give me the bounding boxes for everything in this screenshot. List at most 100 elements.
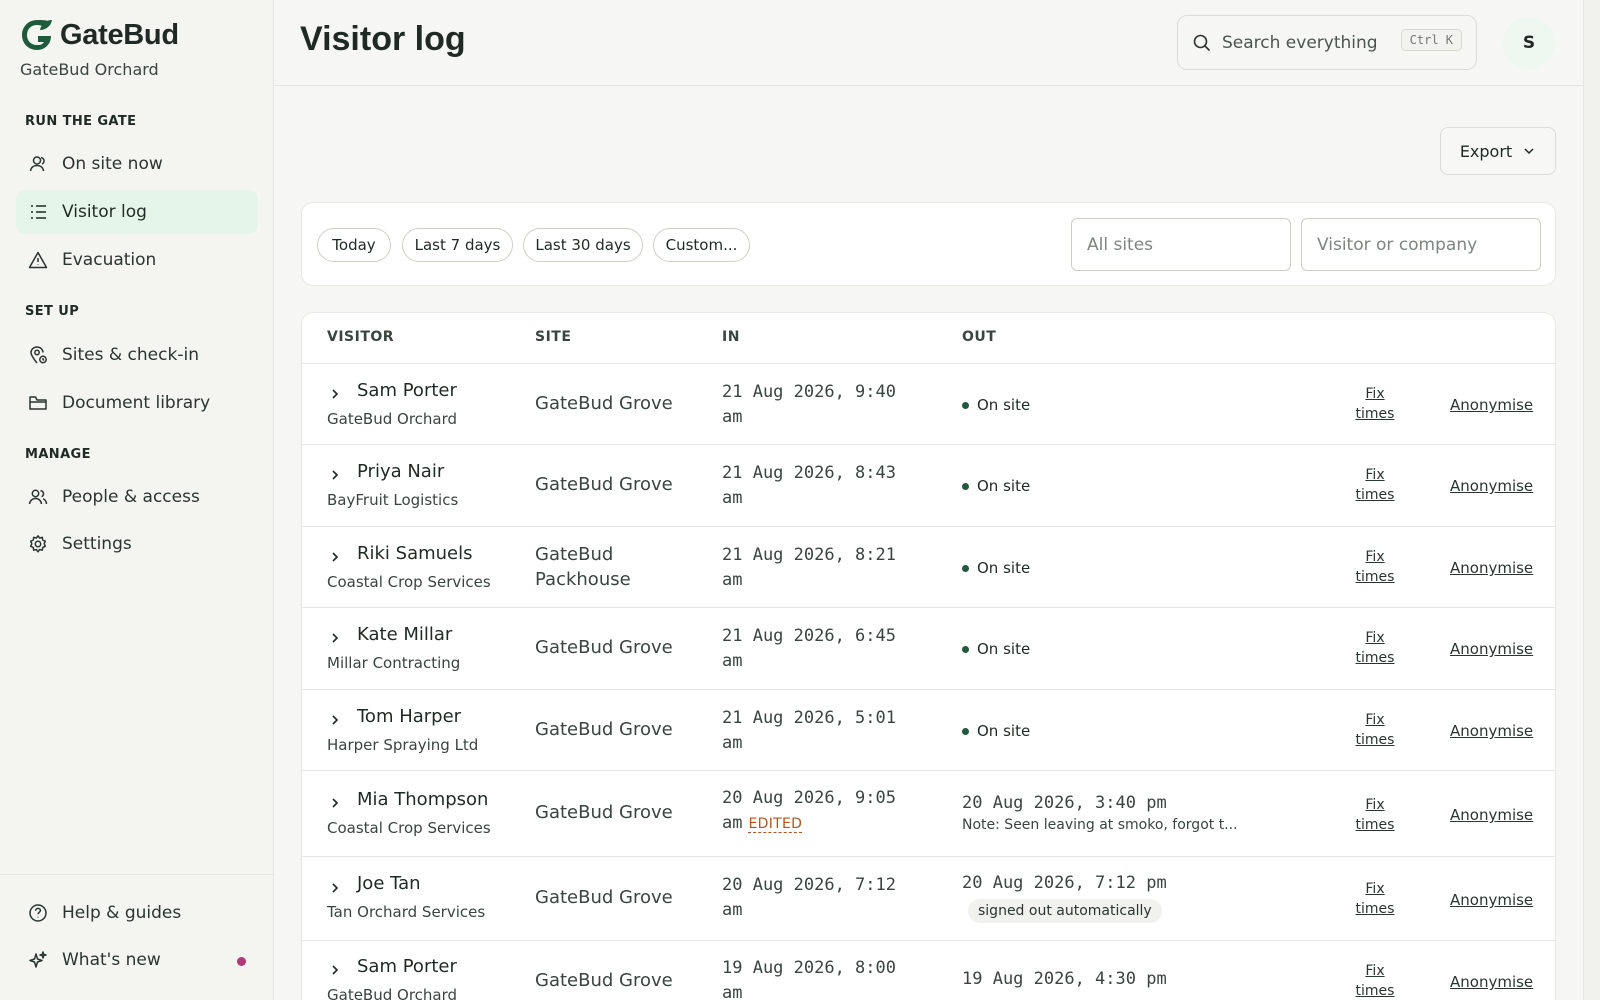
sidebar-item-people-access[interactable]: People & access bbox=[16, 475, 258, 519]
chevron-right-icon[interactable] bbox=[328, 963, 342, 977]
chevron-right-icon[interactable] bbox=[328, 550, 342, 564]
table-row[interactable]: Riki Samuels Coastal Crop Services GateB… bbox=[302, 527, 1555, 608]
sign-in-date: 21 Aug 2026, 6:45 bbox=[722, 626, 896, 646]
visitor-name: Kate Millar bbox=[357, 624, 453, 645]
sign-in-time: 21 Aug 2026, 5:01 am bbox=[722, 706, 922, 756]
sidebar-item-settings[interactable]: Settings bbox=[16, 522, 258, 566]
fix-times-link[interactable]: Fix times bbox=[1354, 879, 1396, 919]
edited-badge[interactable]: EDITED bbox=[748, 816, 803, 833]
sign-in-ampm: am bbox=[722, 407, 743, 427]
export-button[interactable]: Export bbox=[1440, 127, 1556, 175]
site-select[interactable]: All sites bbox=[1071, 218, 1291, 271]
sign-in-ampm: am bbox=[722, 570, 743, 590]
table-row[interactable]: Priya Nair BayFruit Logistics GateBud Gr… bbox=[302, 445, 1555, 527]
visitor-company: Coastal Crop Services bbox=[327, 819, 491, 837]
fix-times-link[interactable]: Fix times bbox=[1354, 384, 1396, 424]
visitor-name: Sam Porter bbox=[357, 956, 457, 977]
sign-out-time: 19 Aug 2026, 4:30 pm bbox=[962, 969, 1167, 989]
table-row[interactable]: Kate Millar Millar Contracting GateBud G… bbox=[302, 608, 1555, 690]
anonymise-link[interactable]: Anonymise bbox=[1450, 891, 1533, 909]
visitor-name: Tom Harper bbox=[357, 706, 462, 727]
table-row[interactable]: Tom Harper Harper Spraying Ltd GateBud G… bbox=[302, 690, 1555, 771]
page-title: Visitor log bbox=[300, 20, 466, 58]
anonymise-link[interactable]: Anonymise bbox=[1450, 973, 1533, 991]
status-badge: On site bbox=[962, 640, 1030, 658]
chevron-right-icon[interactable] bbox=[328, 713, 342, 727]
column-header-out[interactable]: OUT bbox=[962, 329, 996, 345]
sign-in-ampm: am bbox=[722, 813, 743, 833]
sign-in-time: 20 Aug 2026, 9:05 am EDITED bbox=[722, 786, 922, 836]
fix-times-label: times bbox=[1355, 406, 1395, 422]
sidebar-item-whats-new[interactable]: What's new bbox=[16, 938, 258, 982]
sidebar-item-on-site-now[interactable]: On site now bbox=[16, 142, 258, 186]
anonymise-link[interactable]: Anonymise bbox=[1450, 396, 1533, 414]
sign-in-time: 21 Aug 2026, 8:43 am bbox=[722, 461, 922, 511]
visitor-search-input[interactable]: Visitor or company bbox=[1301, 218, 1541, 271]
export-label: Export bbox=[1459, 141, 1513, 161]
fix-times-label: times bbox=[1355, 569, 1395, 585]
section-label-set-up: SET UP bbox=[25, 304, 80, 319]
visitor-name: Priya Nair bbox=[357, 461, 445, 482]
anonymise-link[interactable]: Anonymise bbox=[1450, 559, 1533, 577]
header: Visitor log Search everything Ctrl K S bbox=[275, 0, 1583, 86]
org-name: GateBud Orchard bbox=[20, 60, 159, 79]
table-row[interactable]: Sam Porter GateBud Orchard GateBud Grove… bbox=[302, 941, 1555, 1000]
anonymise-link[interactable]: Anonymise bbox=[1450, 722, 1533, 740]
sidebar-item-evacuation[interactable]: Evacuation bbox=[16, 238, 258, 282]
chevron-right-icon[interactable] bbox=[328, 631, 342, 645]
anonymise-link[interactable]: Anonymise bbox=[1450, 806, 1533, 824]
sign-in-ampm: am bbox=[722, 900, 743, 920]
anonymise-link[interactable]: Anonymise bbox=[1450, 477, 1533, 495]
fix-times-link[interactable]: Fix times bbox=[1354, 465, 1396, 505]
filter-chip-custom[interactable]: Custom... bbox=[653, 228, 750, 262]
sidebar-item-visitor-log[interactable]: Visitor log bbox=[16, 190, 258, 234]
sidebar-item-label: People & access bbox=[62, 487, 200, 507]
sign-in-date: 20 Aug 2026, 9:05 bbox=[722, 788, 896, 808]
search-placeholder: Search everything bbox=[1222, 32, 1378, 53]
column-header-site[interactable]: SITE bbox=[535, 329, 571, 345]
avatar[interactable]: S bbox=[1503, 17, 1555, 69]
status-text: On site bbox=[977, 477, 1031, 495]
table-row[interactable]: Mia Thompson Coastal Crop Services GateB… bbox=[302, 771, 1555, 857]
visitor-name: Joe Tan bbox=[357, 873, 421, 894]
user-icon bbox=[28, 154, 48, 174]
sidebar-item-sites-check-in[interactable]: Sites & check-in bbox=[16, 333, 258, 377]
filter-chip-last-30-days[interactable]: Last 30 days bbox=[523, 228, 643, 262]
column-header-visitor[interactable]: VISITOR bbox=[327, 329, 394, 345]
table-row[interactable]: Joe Tan Tan Orchard Services GateBud Gro… bbox=[302, 857, 1555, 941]
sign-in-time: 21 Aug 2026, 9:40 am bbox=[722, 380, 922, 430]
brand[interactable]: GateBud bbox=[20, 18, 179, 52]
site-name: GateBud Grove bbox=[535, 393, 673, 414]
chevron-right-icon[interactable] bbox=[328, 468, 342, 482]
filter-chip-today[interactable]: Today bbox=[317, 228, 391, 262]
fix-times-link[interactable]: Fix times bbox=[1354, 710, 1396, 750]
sidebar-item-label: Sites & check-in bbox=[62, 345, 199, 365]
page-scrollbar[interactable] bbox=[1583, 0, 1600, 1000]
status-dot-icon bbox=[962, 564, 969, 572]
table-row[interactable]: Sam Porter GateBud Orchard GateBud Grove… bbox=[302, 364, 1555, 445]
chevron-right-icon[interactable] bbox=[328, 881, 342, 895]
sidebar-item-label: Settings bbox=[62, 534, 132, 554]
fix-times-label: Fix bbox=[1365, 712, 1385, 728]
fix-times-label: Fix bbox=[1365, 881, 1385, 897]
fix-times-label: times bbox=[1355, 901, 1395, 917]
sidebar-item-document-library[interactable]: Document library bbox=[16, 381, 258, 425]
sidebar-item-help-guides[interactable]: Help & guides bbox=[16, 891, 258, 935]
status-dot-icon bbox=[962, 645, 969, 653]
anonymise-link[interactable]: Anonymise bbox=[1450, 640, 1533, 658]
fix-times-link[interactable]: Fix times bbox=[1354, 628, 1396, 668]
fix-times-link[interactable]: Fix times bbox=[1354, 795, 1396, 835]
sidebar-footer: Help & guides What's new bbox=[0, 874, 274, 1000]
fix-times-link[interactable]: Fix times bbox=[1354, 547, 1396, 587]
fix-times-label: times bbox=[1355, 817, 1395, 833]
fix-times-link[interactable]: Fix times bbox=[1354, 961, 1396, 1000]
column-header-in[interactable]: IN bbox=[722, 329, 740, 345]
chevron-right-icon[interactable] bbox=[328, 387, 342, 401]
sign-in-time: 21 Aug 2026, 8:21 am bbox=[722, 543, 922, 593]
search-input[interactable]: Search everything Ctrl K bbox=[1177, 15, 1477, 70]
chevron-right-icon[interactable] bbox=[328, 796, 342, 810]
fix-times-label: Fix bbox=[1365, 630, 1385, 646]
sign-in-time: 20 Aug 2026, 7:12 am bbox=[722, 873, 922, 923]
filter-chip-last-7-days[interactable]: Last 7 days bbox=[402, 228, 513, 262]
help-icon bbox=[28, 903, 48, 923]
